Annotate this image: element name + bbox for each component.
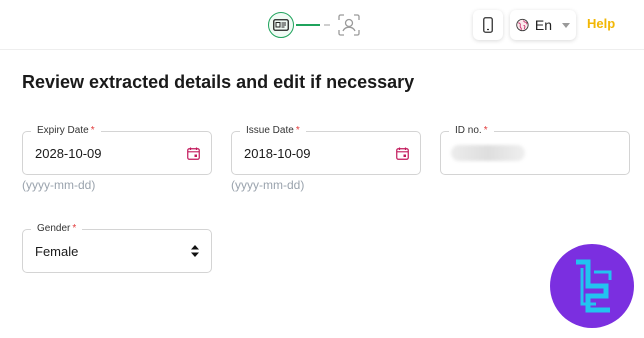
expiry-date-field[interactable]: Expiry Date * 2028-10-09 xyxy=(22,125,212,175)
expiry-date-label: Expiry Date * xyxy=(31,125,101,137)
brand-logo-icon xyxy=(550,244,634,328)
required-marker: * xyxy=(483,125,488,136)
required-marker: * xyxy=(295,125,300,136)
issue-date-label-text: Issue Date xyxy=(246,125,294,136)
select-arrows-icon xyxy=(191,245,199,257)
id-number-field[interactable]: ID no. * xyxy=(440,125,630,175)
language-selector[interactable]: En xyxy=(510,10,576,40)
top-bar: En Help xyxy=(0,0,644,50)
issue-date-value: 2018-10-09 xyxy=(244,146,311,161)
issue-date-field[interactable]: Issue Date * 2018-10-09 xyxy=(231,125,421,175)
gender-select[interactable]: Gender * Female xyxy=(22,223,212,273)
calendar-icon[interactable] xyxy=(187,147,200,160)
id-number-label: ID no. * xyxy=(449,125,494,137)
gender-value: Female xyxy=(35,244,79,259)
globe-icon xyxy=(516,18,529,32)
help-link[interactable]: Help xyxy=(587,16,615,31)
required-marker: * xyxy=(90,125,95,136)
page-title: Review extracted details and edit if nec… xyxy=(22,72,415,92)
expiry-date-hint: (yyyy-mm-dd) xyxy=(22,178,96,192)
phone-icon xyxy=(483,17,493,33)
chevron-down-icon xyxy=(562,22,570,28)
step-connector-pending xyxy=(324,24,330,26)
step-connector-complete xyxy=(296,24,320,26)
redacted-id-value xyxy=(451,145,525,161)
mobile-handoff-button[interactable] xyxy=(473,10,503,40)
progress-steps xyxy=(268,11,362,39)
language-label: En xyxy=(534,17,552,33)
issue-date-label: Issue Date * xyxy=(240,125,306,137)
gender-label: Gender * xyxy=(31,223,83,235)
issue-date-hint: (yyyy-mm-dd) xyxy=(231,178,305,192)
gender-label-text: Gender xyxy=(37,223,71,234)
expiry-date-value: 2028-10-09 xyxy=(35,146,102,161)
id-number-label-text: ID no. xyxy=(455,125,482,136)
required-marker: * xyxy=(72,223,77,234)
calendar-icon[interactable] xyxy=(396,147,409,160)
expiry-date-label-text: Expiry Date xyxy=(37,125,89,136)
id-card-step-icon xyxy=(268,12,294,38)
face-scan-step-icon xyxy=(336,12,362,38)
